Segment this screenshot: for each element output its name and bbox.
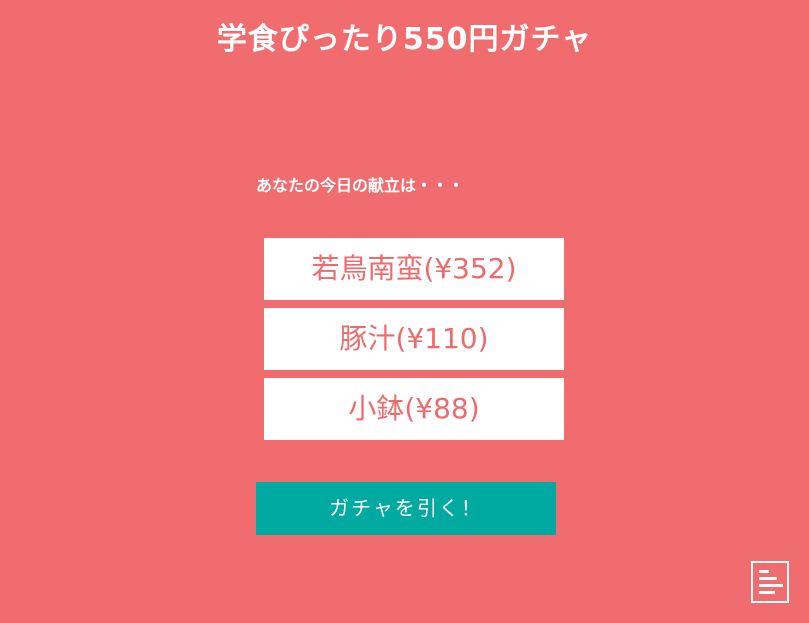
result-item-soup: 豚汁(¥110): [264, 308, 564, 370]
result-item-side: 小鉢(¥88): [264, 378, 564, 440]
document-lines-icon: [759, 570, 783, 594]
gacha-button[interactable]: ガチャを引く！: [256, 482, 556, 535]
result-item-main: 若鳥南蛮(¥352): [264, 238, 564, 300]
menu-button[interactable]: [751, 561, 789, 603]
result-list: 若鳥南蛮(¥352) 豚汁(¥110) 小鉢(¥88): [264, 238, 564, 448]
intro-text: あなたの今日の献立は・・・: [256, 176, 465, 195]
app-title: 学食ぴったり550円ガチャ: [216, 22, 593, 57]
